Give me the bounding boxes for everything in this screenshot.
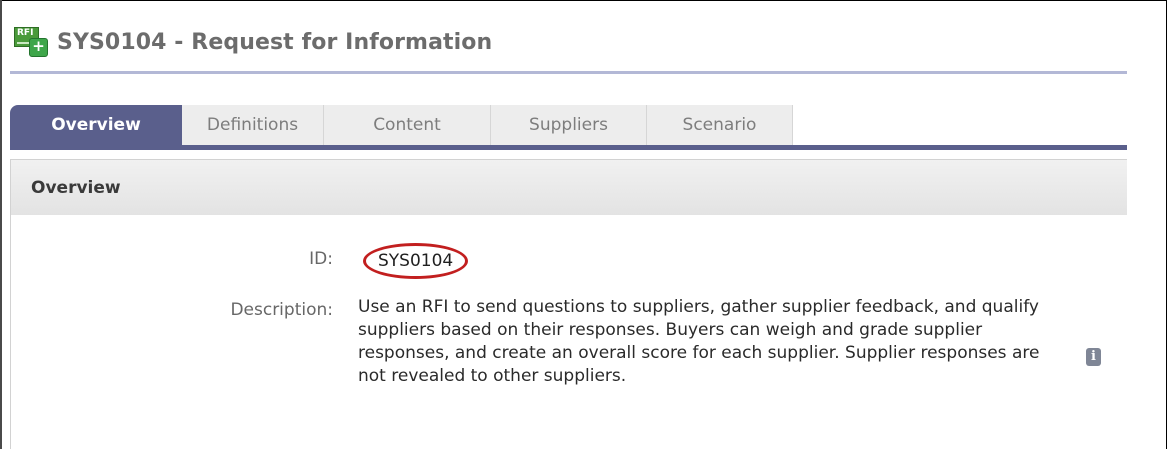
tab-underline	[10, 145, 1127, 150]
tab-content[interactable]: Content	[324, 105, 491, 145]
section-title: Overview	[10, 159, 1127, 215]
page-title: SYS0104 - Request for Information	[57, 29, 493, 55]
section-body: ID: SYS0104 Description: Use an RFI to s…	[10, 215, 1127, 449]
id-label: ID:	[309, 249, 333, 269]
rfi-document-icon: RFI +	[12, 26, 48, 58]
description-label: Description:	[230, 300, 333, 320]
tab-scenario[interactable]: Scenario	[647, 105, 793, 145]
title-divider	[10, 71, 1127, 74]
tab-suppliers[interactable]: Suppliers	[491, 105, 647, 145]
left-edge	[0, 0, 2, 449]
description-value: Use an RFI to send questions to supplier…	[358, 297, 1040, 386]
id-value: SYS0104	[363, 243, 469, 279]
info-icon[interactable]: i	[1086, 348, 1101, 366]
tab-bar: Overview Definitions Content Suppliers S…	[10, 105, 793, 145]
page-header: RFI + SYS0104 - Request for Information	[12, 22, 492, 62]
tab-overview[interactable]: Overview	[10, 105, 182, 145]
overview-section: Overview ID: SYS0104 Description: Use an…	[10, 159, 1127, 449]
tab-definitions[interactable]: Definitions	[182, 105, 324, 145]
plus-icon: +	[29, 38, 48, 57]
